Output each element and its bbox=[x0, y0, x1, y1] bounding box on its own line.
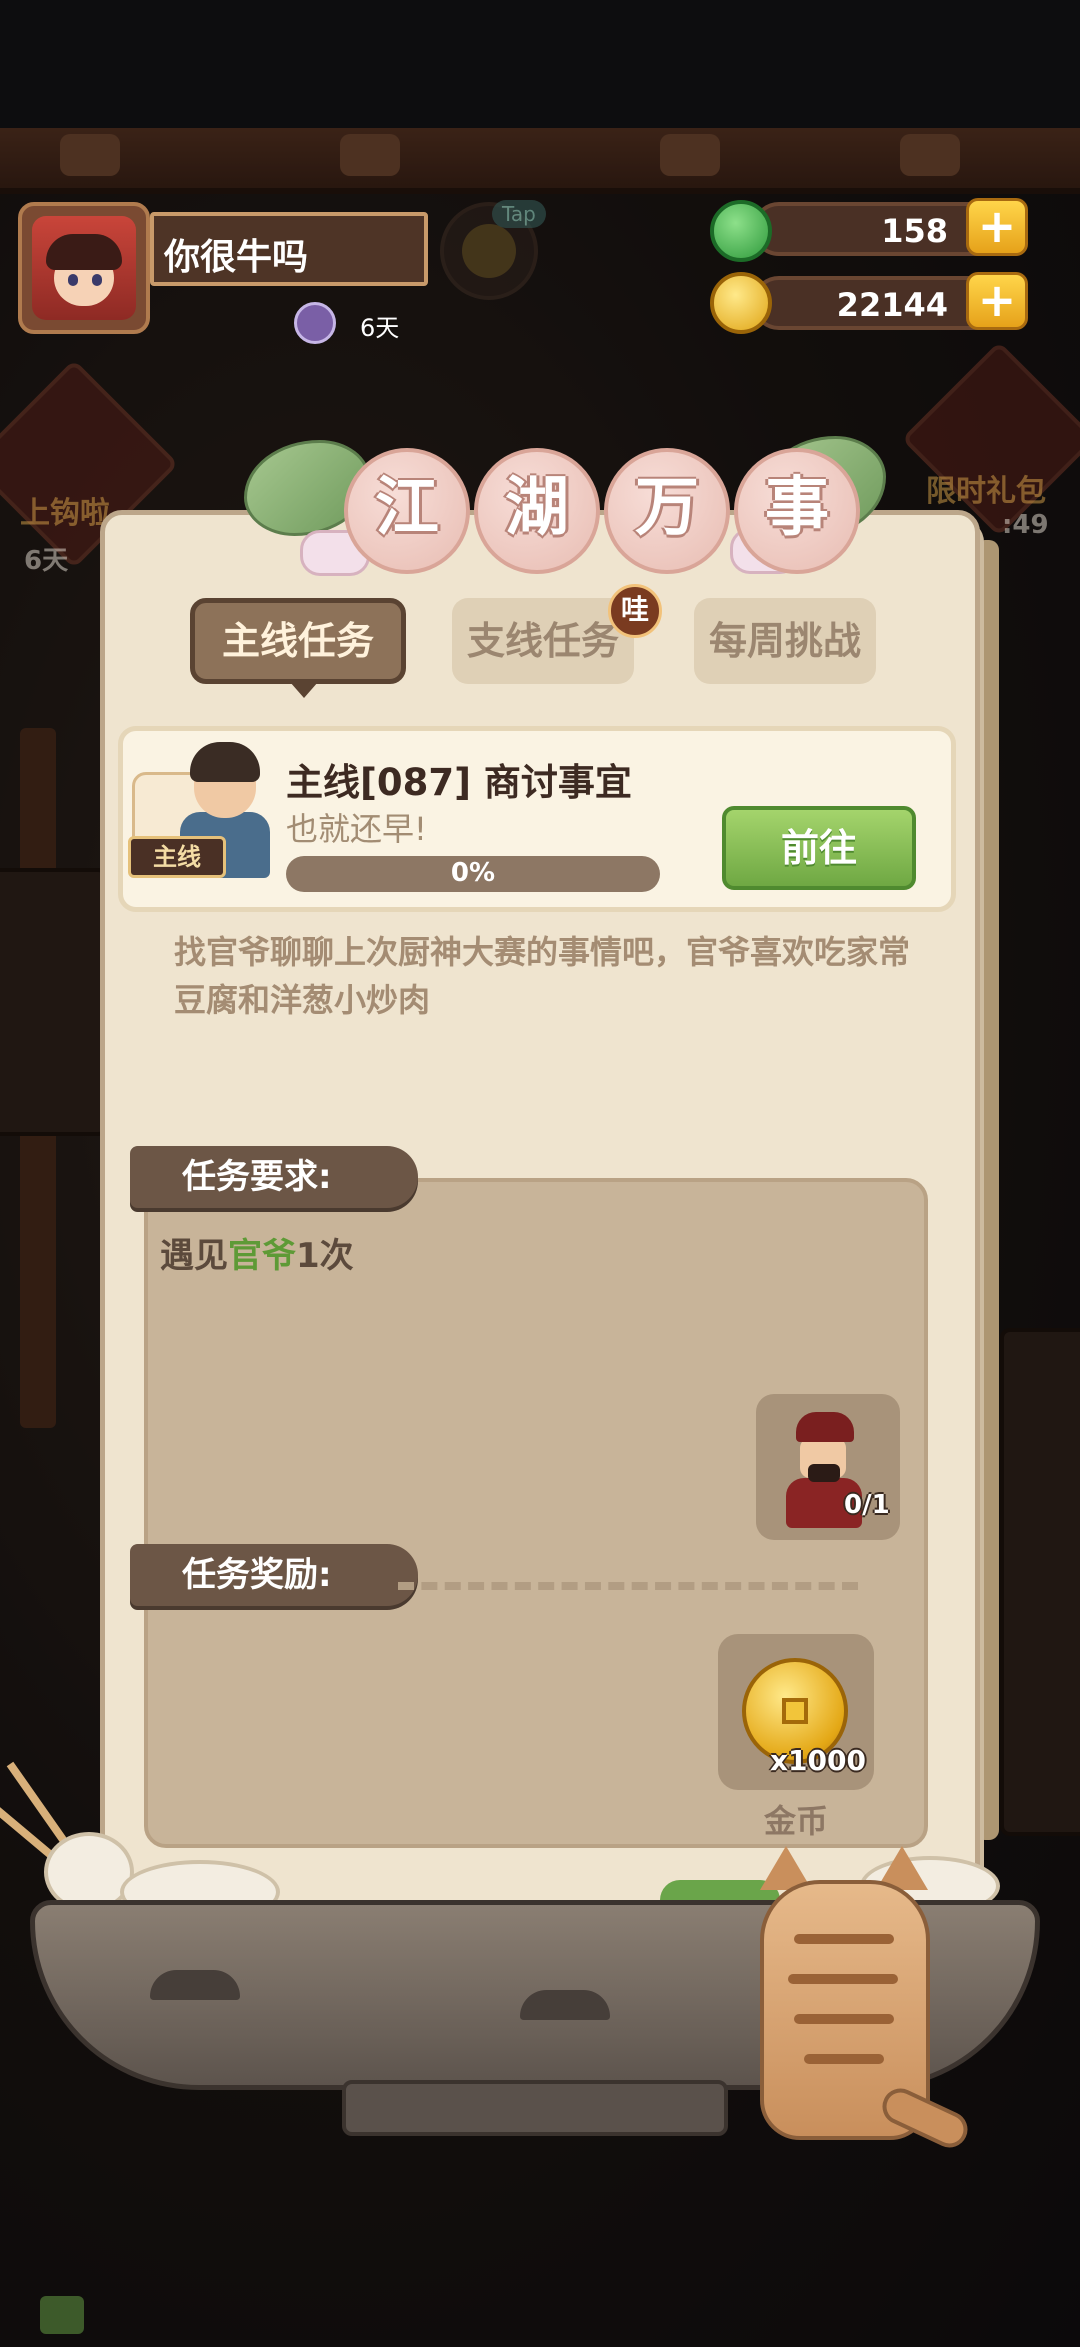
quest-title: 主线[087] 商讨事宜 bbox=[286, 761, 632, 804]
tap-label: Tap bbox=[492, 200, 546, 228]
main-quest-tag: 主线 bbox=[128, 836, 226, 878]
quest-progress-text: 0% bbox=[450, 858, 496, 888]
requirement-suffix: 1次 bbox=[296, 1236, 354, 1276]
go-button[interactable]: 前往 bbox=[722, 806, 916, 890]
limited-pack-label: 限时礼包 bbox=[926, 474, 1046, 509]
limited-pack-timer: :49 bbox=[1002, 510, 1049, 540]
gold-coin-icon bbox=[710, 272, 772, 334]
gem-count: 158 bbox=[881, 212, 948, 250]
bowl-base bbox=[342, 2080, 728, 2136]
quest-description: 找官爷聊聊上次厨神大赛的事情吧，官爷喜欢吃家常豆腐和洋葱小炒肉 bbox=[174, 933, 911, 1019]
title-char-1: 江 bbox=[344, 448, 470, 574]
player-avatar[interactable] bbox=[18, 202, 150, 334]
event-sign-left-label: 上钩啦 bbox=[20, 496, 110, 531]
reward-name: 金币 bbox=[764, 1802, 829, 1840]
requirement-text: 遇见官爷1次 bbox=[160, 1228, 354, 1277]
bowl-shading bbox=[150, 1970, 240, 2000]
reward-amount: x1000 bbox=[770, 1744, 866, 1777]
event-sign-left-timer: 6天 bbox=[24, 546, 69, 576]
signin-days-text: 6天 bbox=[360, 314, 400, 342]
corner-widget[interactable] bbox=[40, 2296, 84, 2334]
requirement-npc-name: 官爷 bbox=[228, 1236, 296, 1276]
avatar-portrait bbox=[32, 216, 136, 320]
coin-count: 22144 bbox=[836, 286, 948, 324]
jade-gem-icon bbox=[710, 200, 772, 262]
requirement-prefix: 遇见 bbox=[160, 1236, 228, 1276]
rewards-header: 任务奖励: bbox=[130, 1544, 418, 1606]
tab-main-quest[interactable]: 主线任务 bbox=[190, 598, 406, 684]
tab-weekly-challenge[interactable]: 每周挑战 bbox=[694, 598, 876, 684]
quest-progress-bar: 0% bbox=[286, 856, 660, 892]
active-tab-pointer bbox=[290, 682, 318, 698]
side-quest-badge: 哇 bbox=[608, 584, 662, 638]
npc-meet-count: 0/1 bbox=[844, 1490, 890, 1520]
player-name-plate[interactable]: 你很牛吗 bbox=[150, 212, 428, 286]
requirements-header: 任务要求: bbox=[130, 1146, 418, 1208]
player-name: 你很牛吗 bbox=[164, 237, 309, 278]
add-gems-button[interactable]: + bbox=[966, 198, 1028, 256]
rewards-divider bbox=[398, 1582, 858, 1590]
quest-subtitle: 也就还早! bbox=[286, 810, 427, 848]
add-coins-button[interactable]: + bbox=[966, 272, 1028, 330]
title-char-4: 事 bbox=[734, 448, 860, 574]
title-char-3: 万 bbox=[604, 448, 730, 574]
title-char-2: 湖 bbox=[474, 448, 600, 574]
bowl-shading bbox=[520, 1990, 610, 2020]
signin-days-icon[interactable] bbox=[294, 302, 336, 344]
tab-side-quest[interactable]: 支线任务 bbox=[452, 598, 634, 684]
